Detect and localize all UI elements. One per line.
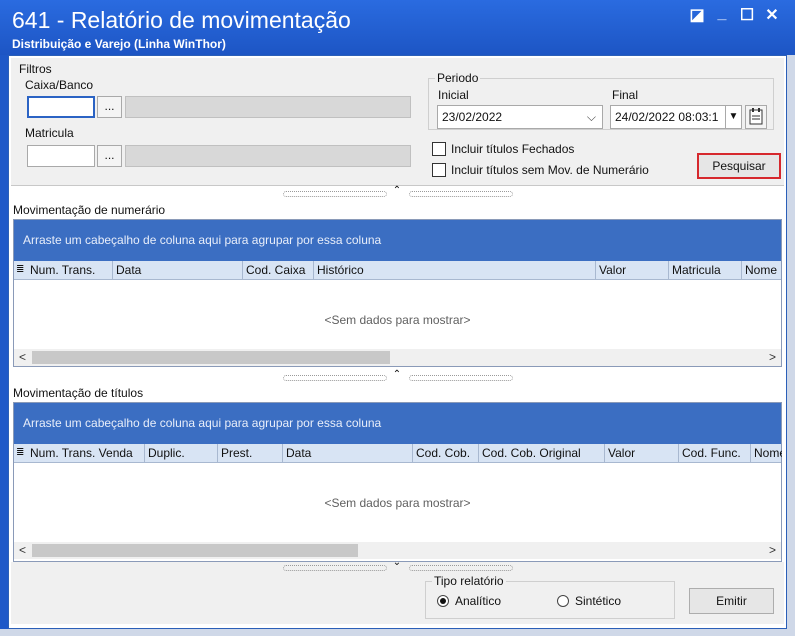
minimize-icon[interactable]: _	[713, 5, 731, 23]
filters-title: Filtros	[19, 62, 52, 76]
incluir-fechados-label: Incluir títulos Fechados	[451, 142, 575, 156]
splitter-grip-right	[409, 375, 513, 381]
chevron-up-icon[interactable]: ⌃	[391, 369, 403, 380]
incluir-sem-mov-label: Incluir títulos sem Mov. de Numerário	[451, 163, 649, 177]
numerario-empty-text: <Sem dados para mostrar>	[324, 313, 471, 327]
restore-icon[interactable]: ◪	[688, 7, 706, 25]
scroll-right-icon[interactable]: >	[764, 542, 781, 559]
app-window: 641 - Relatório de movimentação Distribu…	[0, 0, 795, 636]
caixa-banco-lookup-button[interactable]: ...	[97, 96, 122, 118]
window-title: 641 - Relatório de movimentação	[12, 7, 351, 33]
col-prest[interactable]: Prest.	[217, 444, 283, 463]
filter-panel: Filtros Caixa/Banco ... Matricula ... Pe…	[11, 58, 784, 186]
final-datetime-value: 24/02/2022 08:03:1	[615, 110, 719, 124]
col-cod-cob[interactable]: Cod. Cob.	[412, 444, 479, 463]
col-nome[interactable]: Nome	[741, 261, 782, 280]
chevron-up-icon[interactable]: ⌃	[391, 185, 403, 196]
splitter-grip-left	[283, 375, 387, 381]
col-data[interactable]: Data	[282, 444, 413, 463]
pesquisar-button[interactable]: Pesquisar	[697, 153, 781, 179]
incluir-fechados-checkbox[interactable]	[432, 142, 446, 156]
col-duplic[interactable]: Duplic.	[144, 444, 218, 463]
numerario-hscrollbar[interactable]: < >	[14, 349, 781, 366]
window-shadow-right	[787, 55, 795, 636]
caixa-banco-input[interactable]	[27, 96, 95, 118]
caixa-banco-description	[125, 96, 411, 118]
scroll-thumb[interactable]	[32, 351, 390, 364]
splitter-grip-left	[283, 191, 387, 197]
titulos-title: Movimentação de títulos	[13, 386, 144, 400]
bottom-panel: ⌄ Tipo relatório Analítico Sintético Emi…	[11, 557, 784, 624]
col-valor[interactable]: Valor	[604, 444, 679, 463]
titulos-grid: Arraste um cabeçalho de coluna aqui para…	[13, 402, 782, 562]
title-bar: 641 - Relatório de movimentação Distribu…	[0, 0, 795, 55]
col-nome[interactable]: Nome	[750, 444, 782, 463]
col-cod-func[interactable]: Cod. Func.	[678, 444, 751, 463]
splitter-bottom[interactable]: ⌄	[283, 557, 515, 571]
col-cod-cob-original[interactable]: Cod. Cob. Original	[478, 444, 605, 463]
column-chooser-icon[interactable]: ≣	[16, 448, 26, 459]
final-datetime-picker[interactable]: 24/02/2022 08:03:1 ▼	[610, 105, 742, 129]
tipo-relatorio-group: Tipo relatório Analítico Sintético	[425, 574, 675, 619]
splitter-middle[interactable]: ⌃	[283, 369, 515, 381]
splitter-grip-right	[409, 191, 513, 197]
scroll-right-icon[interactable]: >	[764, 349, 781, 366]
titulos-empty-text: <Sem dados para mostrar>	[324, 496, 471, 510]
matricula-label: Matricula	[25, 126, 74, 140]
chevron-down-icon[interactable]: ⌄	[391, 557, 403, 568]
matricula-input[interactable]	[27, 145, 95, 167]
titulos-column-header: ≣ Num. Trans. Venda Duplic. Prest. Data …	[14, 444, 782, 463]
numerario-group-panel[interactable]: Arraste um cabeçalho de coluna aqui para…	[14, 220, 781, 261]
matricula-lookup-button[interactable]: ...	[97, 145, 122, 167]
matricula-description	[125, 145, 411, 167]
close-icon[interactable]: ✕	[763, 7, 781, 25]
numerario-grid: Arraste um cabeçalho de coluna aqui para…	[13, 219, 782, 367]
sintetico-label: Sintético	[575, 594, 622, 608]
window-shadow-bottom	[0, 629, 795, 636]
scroll-left-icon[interactable]: <	[14, 542, 31, 559]
analitico-label: Analítico	[455, 594, 502, 608]
incluir-sem-mov-checkbox[interactable]	[432, 163, 446, 177]
splitter-grip-right	[409, 565, 513, 571]
col-num-trans[interactable]: Num. Trans.	[27, 261, 113, 280]
col-historico[interactable]: Histórico	[313, 261, 595, 280]
col-valor[interactable]: Valor	[595, 261, 669, 280]
caixa-banco-label: Caixa/Banco	[25, 78, 94, 92]
calendar-icon[interactable]	[745, 105, 767, 129]
scroll-left-icon[interactable]: <	[14, 349, 31, 366]
numerario-column-header: ≣ Num. Trans. Data Cod. Caixa Histórico …	[14, 261, 781, 280]
splitter-top[interactable]: ⌃	[283, 185, 515, 197]
periodo-group: Periodo Inicial 23/02/2022 ⌵ Final 24/02…	[428, 71, 774, 130]
scroll-thumb[interactable]	[32, 544, 358, 557]
inicial-label: Inicial	[438, 88, 469, 102]
maximize-icon[interactable]: ☐	[738, 7, 756, 25]
inicial-date-value: 23/02/2022	[442, 110, 503, 124]
titulos-group-panel[interactable]: Arraste um cabeçalho de coluna aqui para…	[14, 403, 781, 444]
dropdown-arrow-icon[interactable]: ▼	[725, 106, 741, 128]
inicial-date-picker[interactable]: 23/02/2022 ⌵	[437, 105, 603, 129]
column-chooser-icon[interactable]: ≣	[16, 265, 26, 276]
emitir-button[interactable]: Emitir	[689, 588, 774, 614]
client-area: Filtros Caixa/Banco ... Matricula ... Pe…	[8, 55, 787, 629]
col-cod-caixa[interactable]: Cod. Caixa	[242, 261, 314, 280]
chevron-down-icon[interactable]: ⌵	[587, 106, 596, 128]
periodo-title: Periodo	[435, 71, 481, 85]
tipo-relatorio-title: Tipo relatório	[432, 574, 506, 588]
analitico-radio[interactable]	[437, 595, 449, 607]
col-num-trans-venda[interactable]: Num. Trans. Venda	[27, 444, 145, 463]
window-subtitle: Distribuição e Varejo (Linha WinThor)	[12, 37, 226, 51]
numerario-title: Movimentação de numerário	[13, 203, 166, 217]
sintetico-radio[interactable]	[557, 595, 569, 607]
col-matricula[interactable]: Matricula	[668, 261, 742, 280]
splitter-grip-left	[283, 565, 387, 571]
col-data[interactable]: Data	[112, 261, 242, 280]
final-label: Final	[612, 88, 639, 102]
